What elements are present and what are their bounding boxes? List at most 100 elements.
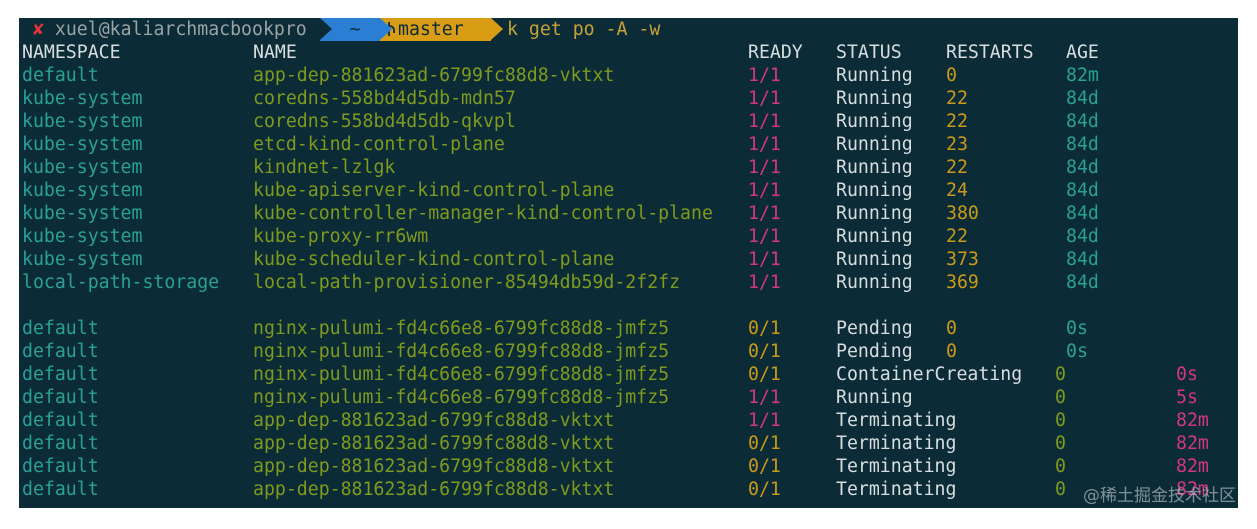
cell-ready: 1/1 (748, 65, 781, 86)
cell-status: Pending (836, 341, 913, 362)
cell-status: Terminating (836, 433, 957, 454)
cell-age: 84d (1066, 180, 1099, 201)
terminal-window[interactable]: ✘ xuel@kaliarchmacbookpro ~ master k get… (19, 18, 1238, 508)
cell-namespace: kube-system (22, 134, 143, 155)
cell-name: kube-proxy-rr6wm (253, 226, 429, 247)
table-row: default nginx-pulumi-fd4c66e8-6799fc88d8-… (19, 386, 1238, 409)
cell-restarts: 22 (946, 88, 968, 109)
cell-namespace: kube-system (22, 111, 143, 132)
table-row: kube-system kindnet-lzlgk 1/1 Running 22 84d (19, 156, 1238, 179)
header-ready: READY (748, 42, 803, 63)
error-status-icon: ✘ (33, 19, 44, 40)
cell-status: ContainerCreating (836, 364, 1023, 385)
cell-age: 82m (1176, 456, 1209, 477)
cell-namespace: kube-system (22, 88, 143, 109)
current-directory: ~ (349, 19, 361, 40)
cell-ready: 0/1 (748, 364, 781, 385)
cell-namespace: kube-system (22, 249, 143, 270)
prompt-git-segment: master (380, 18, 491, 41)
cell-name: coredns-558bd4d5db-qkvpl (253, 111, 516, 132)
cell-restarts: 0 (1055, 456, 1066, 477)
cell-restarts: 22 (946, 111, 968, 132)
cell-name: kube-scheduler-kind-control-plane (253, 249, 615, 270)
cell-ready: 1/1 (748, 157, 781, 178)
cell-age: 84d (1066, 226, 1099, 247)
cell-name: nginx-pulumi-fd4c66e8-6799fc88d8-jmfz5 (253, 341, 670, 362)
table-row: default nginx-pulumi-fd4c66e8-6799fc88d8-… (19, 363, 1238, 386)
segment-separator-icon (380, 18, 392, 40)
cell-name: nginx-pulumi-fd4c66e8-6799fc88d8-jmfz5 (253, 387, 670, 408)
header-restarts: RESTARTS (946, 42, 1034, 63)
cell-age: 0s (1176, 364, 1198, 385)
header-name: NAME (253, 42, 297, 63)
cell-ready: 0/1 (748, 341, 781, 362)
command-text: k get po -A -w (507, 19, 661, 40)
cell-name: kube-controller-manager-kind-control-pla… (253, 203, 713, 224)
cell-restarts: 23 (946, 134, 968, 155)
cell-status: Terminating (836, 479, 957, 500)
cell-namespace: default (22, 387, 99, 408)
cell-ready: 1/1 (748, 88, 781, 109)
cell-namespace: default (22, 410, 99, 431)
table-row: kube-system kube-apiserver-kind-control-p… (19, 179, 1238, 202)
cell-ready: 1/1 (748, 272, 781, 293)
cell-ready: 1/1 (748, 249, 781, 270)
cell-name: app-dep-881623ad-6799fc88d8-vktxt (253, 456, 615, 477)
cell-namespace: kube-system (22, 180, 143, 201)
cell-age: 82m (1176, 410, 1209, 431)
cell-status: Pending (836, 318, 913, 339)
cell-age: 84d (1066, 203, 1099, 224)
cell-namespace: local-path-storage (22, 272, 220, 293)
cell-ready: 1/1 (748, 203, 781, 224)
cell-restarts: 22 (946, 226, 968, 247)
cell-namespace: kube-system (22, 157, 143, 178)
cell-restarts: 0 (1055, 364, 1066, 385)
cell-namespace: default (22, 479, 99, 500)
cell-ready: 0/1 (748, 433, 781, 454)
cell-ready: 0/1 (748, 456, 781, 477)
cell-status: Running (836, 157, 913, 178)
cell-age: 82m (1176, 433, 1209, 454)
cell-restarts: 0 (1055, 410, 1066, 431)
cell-status: Running (836, 65, 913, 86)
cell-name: etcd-kind-control-plane (253, 134, 505, 155)
cell-age: 84d (1066, 134, 1099, 155)
cell-status: Running (836, 88, 913, 109)
cell-namespace: default (22, 65, 99, 86)
table-row: default app-dep-881623ad-6799fc88d8-vktxt… (19, 478, 1238, 501)
shell-prompt: ✘ xuel@kaliarchmacbookpro ~ master k get… (19, 18, 1238, 41)
table-row: default nginx-pulumi-fd4c66e8-6799fc88d8-… (19, 340, 1238, 363)
cell-age: 0s (1066, 341, 1088, 362)
cell-status: Running (836, 180, 913, 201)
git-branch: master (398, 19, 464, 40)
cell-ready: 0/1 (748, 318, 781, 339)
cell-ready: 1/1 (748, 387, 781, 408)
cell-restarts: 24 (946, 180, 968, 201)
cell-age: 84d (1066, 88, 1099, 109)
cell-ready: 1/1 (748, 134, 781, 155)
cell-namespace: default (22, 433, 99, 454)
header-status: STATUS (836, 42, 902, 63)
table-row: default app-dep-881623ad-6799fc88d8-vktxt… (19, 409, 1238, 432)
cell-namespace: default (22, 364, 99, 385)
cell-restarts: 380 (946, 203, 979, 224)
table-row: kube-system kube-proxy-rr6wm 1/1 Running 22 8… (19, 225, 1238, 248)
cell-ready: 1/1 (748, 111, 781, 132)
table-row: kube-system coredns-558bd4d5db-mdn57 1/1 Ru… (19, 87, 1238, 110)
cell-age: 84d (1066, 249, 1099, 270)
table-header: NAMESPACE NAME READY STATUS RESTARTS AGE (19, 41, 1238, 64)
cell-namespace: default (22, 318, 99, 339)
table-row: kube-system kube-controller-manager-kind-… (19, 202, 1238, 225)
cell-ready: 1/1 (748, 180, 781, 201)
cell-age: 84d (1066, 111, 1099, 132)
table-row: default app-dep-881623ad-6799fc88d8-vktxt… (19, 64, 1238, 87)
cell-restarts: 0 (1055, 479, 1066, 500)
header-age: AGE (1066, 42, 1099, 63)
cell-status: Running (836, 134, 913, 155)
table-row: kube-system coredns-558bd4d5db-qkvpl 1/1 Ru… (19, 110, 1238, 133)
cell-restarts: 373 (946, 249, 979, 270)
cell-ready: 1/1 (748, 226, 781, 247)
cell-name: app-dep-881623ad-6799fc88d8-vktxt (253, 410, 615, 431)
cell-restarts: 0 (946, 65, 957, 86)
cell-name: app-dep-881623ad-6799fc88d8-vktxt (253, 479, 615, 500)
